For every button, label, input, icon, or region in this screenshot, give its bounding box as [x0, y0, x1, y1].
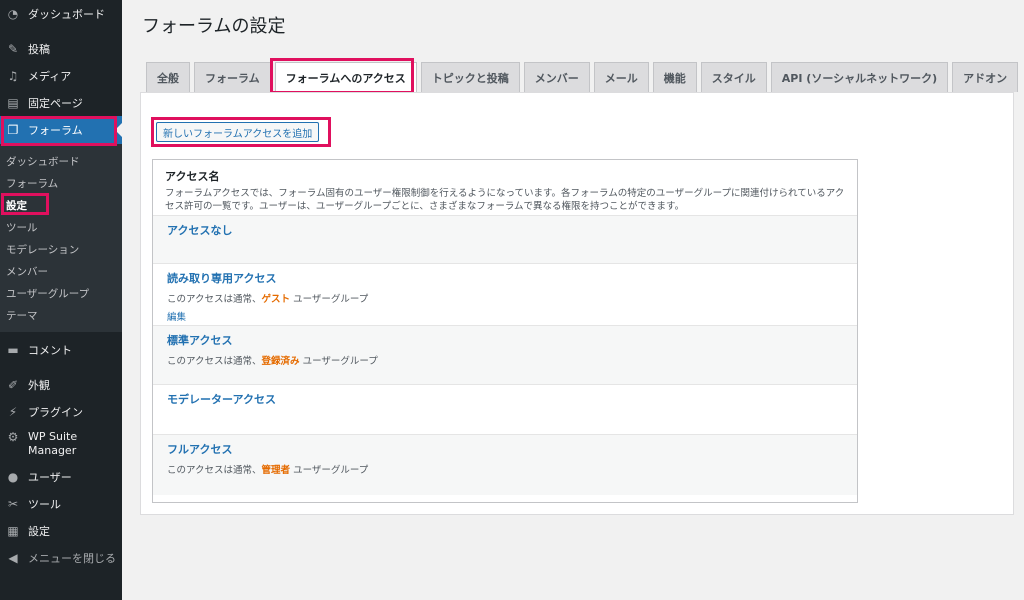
menu-label: ダッシュボード [28, 7, 105, 21]
menu-collapse[interactable]: ◀ メニューを閉じる [0, 544, 122, 571]
admin-sidebar: ◔ ダッシュボード ✎ 投稿 ♫ メディア ▤ 固定ページ ❐ フォーラム ダッ… [0, 0, 122, 600]
plugin-icon: ⚡ [8, 404, 18, 419]
gear-icon: ⚙ [7, 430, 19, 444]
menu-comments[interactable]: ▬ コメント [0, 336, 122, 363]
access-description: このアクセスは通常、ゲスト ユーザーグループ [167, 291, 843, 305]
access-description: このアクセスは通常、登録済み ユーザーグループ [167, 353, 843, 367]
submenu-usergroups[interactable]: ユーザーグループ [0, 282, 122, 304]
page-title: フォーラムの設定 [142, 16, 286, 37]
menu-label: ユーザー [28, 470, 72, 484]
dashboard-icon: ◔ [7, 6, 19, 21]
wrench-icon: ✂ [7, 496, 19, 511]
access-title-read-only[interactable]: 読み取り専用アクセス [167, 270, 843, 286]
settings-panel: 新しいフォーラムアクセスを追加 アクセス名 フォーラムアクセスでは、フォーラム固… [140, 92, 1014, 515]
media-icon: ♫ [7, 68, 19, 83]
menu-label: ツール [28, 497, 61, 511]
desc-suffix: ユーザーグループ [299, 356, 378, 367]
column-header-access-name: アクセス名 [165, 170, 220, 183]
desc-prefix: このアクセスは通常、 [167, 356, 262, 367]
menu-tools[interactable]: ✂ ツール [0, 490, 122, 517]
tab-api[interactable]: API (ソーシャルネットワーク) [770, 62, 949, 92]
menu-label: コメント [28, 343, 72, 357]
group-label: ゲスト [261, 294, 291, 305]
submenu-settings[interactable]: 設定 [0, 194, 122, 216]
add-forum-access-button[interactable]: 新しいフォーラムアクセスを追加 [156, 122, 320, 142]
access-title-full[interactable]: フルアクセス [167, 441, 843, 457]
submenu-tools[interactable]: ツール [0, 216, 122, 238]
table-header: アクセス名 フォーラムアクセスでは、フォーラム固有のユーザー権限制御を行えるよう… [153, 160, 857, 216]
tab-general[interactable]: 全般 [146, 62, 190, 92]
edit-link[interactable]: 編集 [167, 309, 843, 323]
menu-label: プラグイン [28, 405, 83, 419]
tab-topics-posts[interactable]: トピックと投稿 [420, 62, 520, 92]
page-icon: ▤ [7, 95, 19, 110]
forum-icon: ❐ [7, 123, 19, 137]
comment-icon: ▬ [7, 342, 19, 357]
menu-wp-suite-manager[interactable]: ⚙ WP Suite Manager [0, 425, 122, 463]
access-title-moderator[interactable]: モデレーターアクセス [167, 391, 843, 407]
access-title-standard[interactable]: 標準アクセス [167, 332, 843, 348]
menu-label: 固定ページ [28, 96, 83, 110]
access-title-no-access[interactable]: アクセスなし [167, 222, 843, 238]
desc-suffix: ユーザーグループ [290, 465, 369, 476]
menu-plugins[interactable]: ⚡ プラグイン [0, 398, 122, 425]
menu-pages[interactable]: ▤ 固定ページ [0, 89, 122, 116]
tab-features[interactable]: 機能 [652, 62, 697, 92]
tab-forum[interactable]: フォーラム [194, 62, 271, 92]
table-row: アクセスなし [153, 216, 857, 264]
tab-forum-access[interactable]: フォーラムへのアクセス [274, 62, 417, 92]
forum-submenu: ダッシュボード フォーラム 設定 ツール モデレーション メンバー ユーザーグル… [0, 144, 122, 332]
pin-icon: ✎ [7, 41, 19, 56]
table-row: モデレーターアクセス [153, 385, 857, 435]
desc-suffix: ユーザーグループ [290, 294, 369, 305]
submenu-forum[interactable]: フォーラム [0, 172, 122, 194]
menu-users[interactable]: ● ユーザー [0, 463, 122, 490]
menu-posts[interactable]: ✎ 投稿 [0, 35, 122, 62]
tab-members[interactable]: メンバー [523, 62, 590, 92]
menu-label: フォーラム [28, 124, 83, 137]
submenu-theme[interactable]: テーマ [0, 304, 122, 326]
settings-tabs: 全般 フォーラム フォーラムへのアクセス トピックと投稿 メンバー メール 機能… [146, 62, 1022, 92]
menu-dashboard[interactable]: ◔ ダッシュボード [0, 0, 122, 27]
menu-label: 投稿 [28, 42, 50, 56]
user-icon: ● [7, 469, 19, 484]
main-content: フォーラムの設定 全般 フォーラム フォーラムへのアクセス トピックと投稿 メン… [122, 0, 1024, 600]
menu-label: メニューを閉じる [28, 551, 116, 565]
group-label: 管理者 [261, 465, 291, 476]
submenu-members[interactable]: メンバー [0, 260, 122, 282]
table-row: フルアクセス このアクセスは通常、管理者 ユーザーグループ [153, 435, 857, 495]
submenu-dashboard[interactable]: ダッシュボード [0, 150, 122, 172]
menu-label: 設定 [28, 524, 50, 538]
settings-icon: ▦ [7, 523, 19, 538]
menu-label: 外観 [28, 378, 50, 392]
menu-appearance[interactable]: ✐ 外観 [0, 371, 122, 398]
desc-prefix: このアクセスは通常、 [167, 465, 262, 476]
table-row: 読み取り専用アクセス このアクセスは通常、ゲスト ユーザーグループ 編集 [153, 264, 857, 326]
tab-style[interactable]: スタイル [700, 62, 767, 92]
tab-mail[interactable]: メール [593, 62, 649, 92]
tab-addons[interactable]: アドオン [952, 62, 1019, 92]
menu-label: WP Suite Manager [28, 430, 78, 457]
menu-settings[interactable]: ▦ 設定 [0, 517, 122, 544]
group-label: 登録済み [261, 356, 300, 367]
menu-forum[interactable]: ❐ フォーラム [0, 116, 122, 144]
desc-prefix: このアクセスは通常、 [167, 294, 262, 305]
access-description: このアクセスは通常、管理者 ユーザーグループ [167, 462, 843, 476]
table-description: フォーラムアクセスでは、フォーラム固有のユーザー権限制御を行えるようになっていま… [165, 188, 845, 212]
menu-media[interactable]: ♫ メディア [0, 62, 122, 89]
access-table: アクセス名 フォーラムアクセスでは、フォーラム固有のユーザー権限制御を行えるよう… [152, 159, 858, 503]
brush-icon: ✐ [7, 377, 19, 392]
collapse-icon: ◀ [8, 550, 18, 565]
submenu-moderation[interactable]: モデレーション [0, 238, 122, 260]
menu-label: メディア [28, 69, 72, 83]
table-row: 標準アクセス このアクセスは通常、登録済み ユーザーグループ [153, 326, 857, 385]
